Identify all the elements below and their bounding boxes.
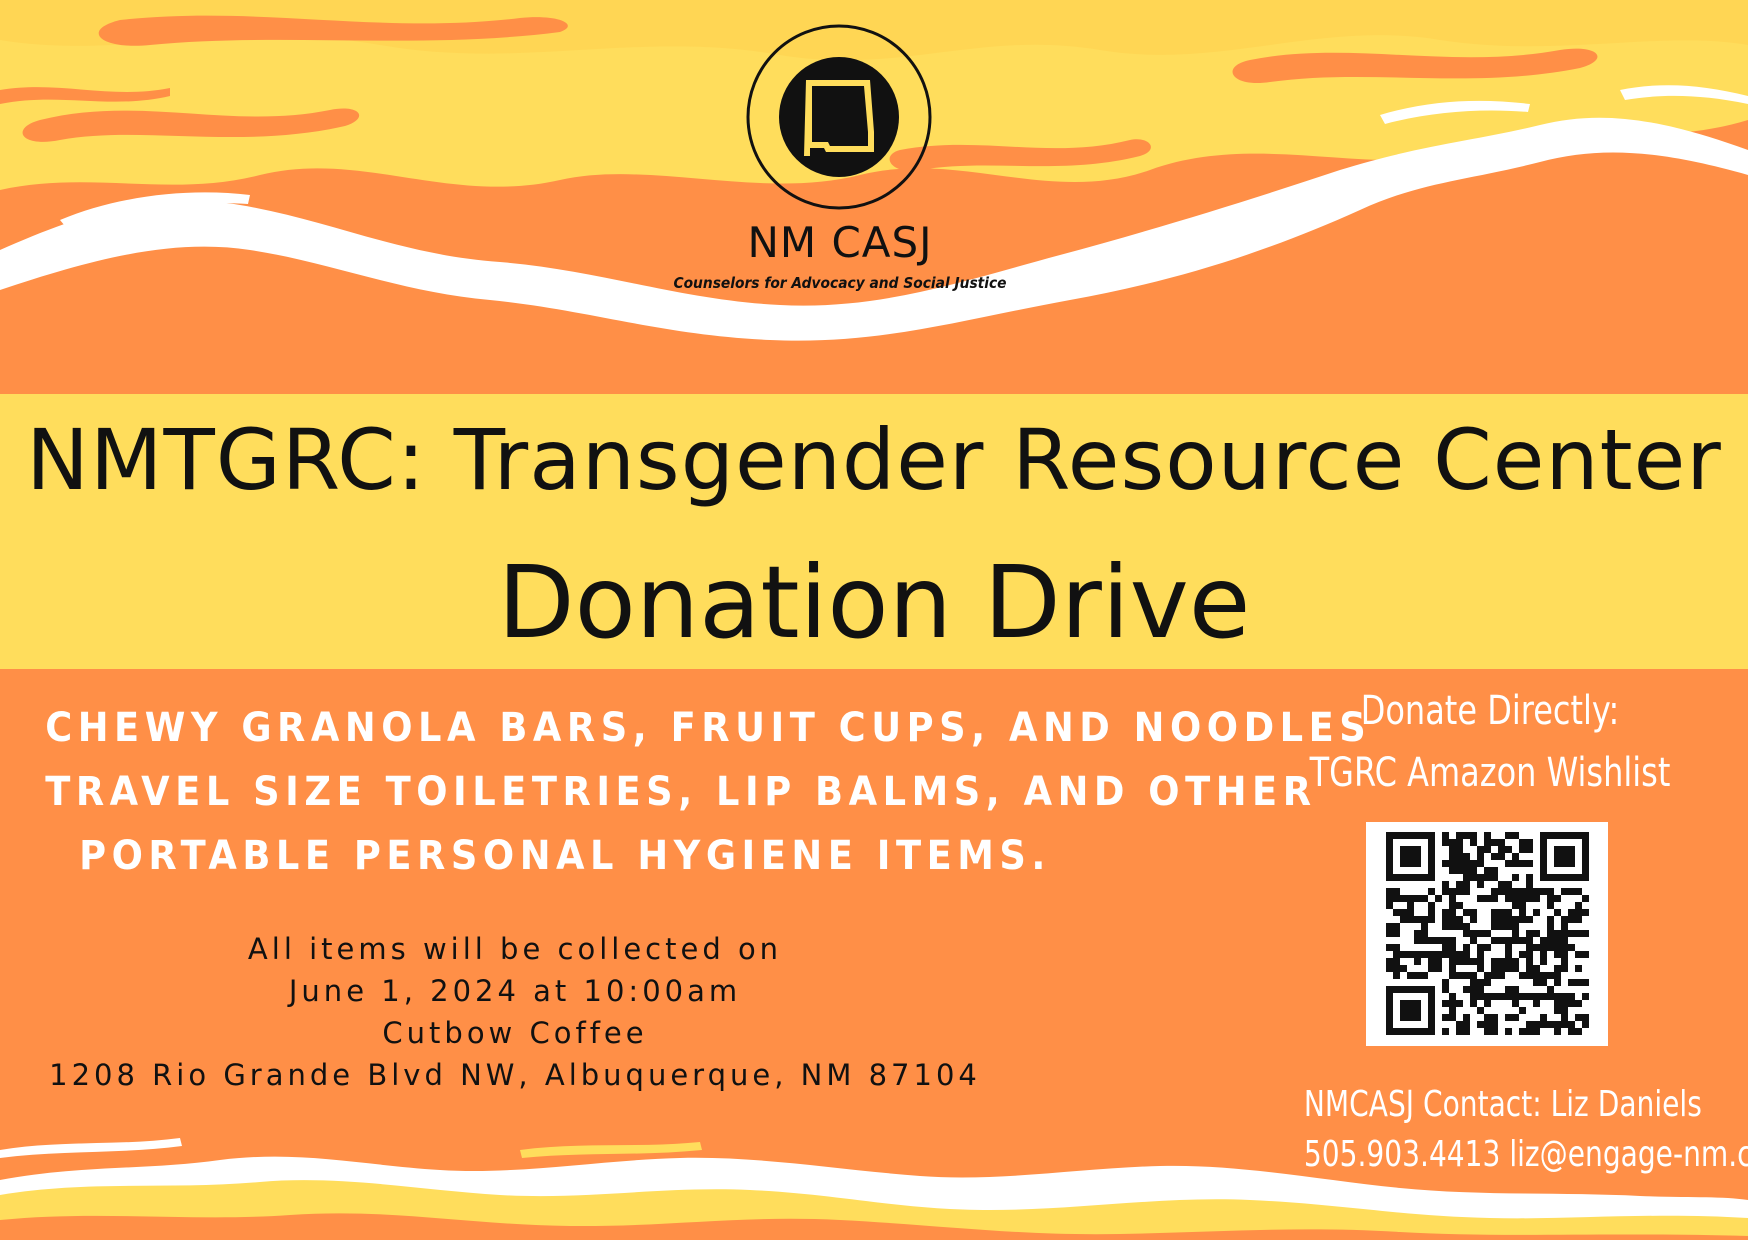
list-item: PORTABLE PERSONAL HYGIENE ITEMS. [79, 833, 1051, 879]
org-name: NM CASJ [747, 218, 933, 267]
qr-code-icon[interactable] [1366, 822, 1608, 1046]
wishlist-link[interactable]: TGRC Amazon Wishlist [1298, 742, 1682, 804]
donate-label: Donate Directly: [1360, 688, 1620, 734]
collection-address: 1208 Rio Grande Blvd NW, Albuquerque, NM… [49, 1058, 981, 1092]
logo-badge [746, 24, 932, 210]
contact-phone-email: 505.903.4413 liz@engage-nm.com [1303, 1134, 1748, 1175]
collection-intro: All items will be collected on [247, 932, 783, 966]
collection-details: All items will be collected on June 1, 2… [0, 928, 1030, 1096]
page-subtitle: Donation Drive [497, 544, 1251, 661]
list-item: TRAVEL SIZE TOILETRIES, LIP BALMS, AND O… [45, 769, 1317, 815]
donate-section: Donate Directly: TGRC Amazon Wishlist [1250, 680, 1730, 804]
list-item: CHEWY GRANOLA BARS, FRUIT CUPS, AND NOOD… [45, 705, 1372, 751]
collection-venue: Cutbow Coffee [382, 1016, 648, 1050]
collection-datetime: June 1, 2024 at 10:00am [288, 974, 742, 1008]
page-title: NMTGRC: Transgender Resource Center [26, 411, 1722, 509]
donation-flyer: NM CASJ Counselors for Advocacy and Soci… [0, 0, 1748, 1240]
contact-section: NMCASJ Contact: Liz Daniels 505.903.4413… [1250, 1080, 1748, 1180]
requested-items-list: CHEWY GRANOLA BARS, FRUIT CUPS, AND NOOD… [0, 696, 1372, 888]
org-tagline: Counselors for Advocacy and Social Justi… [673, 274, 1007, 292]
contact-name: NMCASJ Contact: Liz Daniels [1303, 1084, 1702, 1125]
